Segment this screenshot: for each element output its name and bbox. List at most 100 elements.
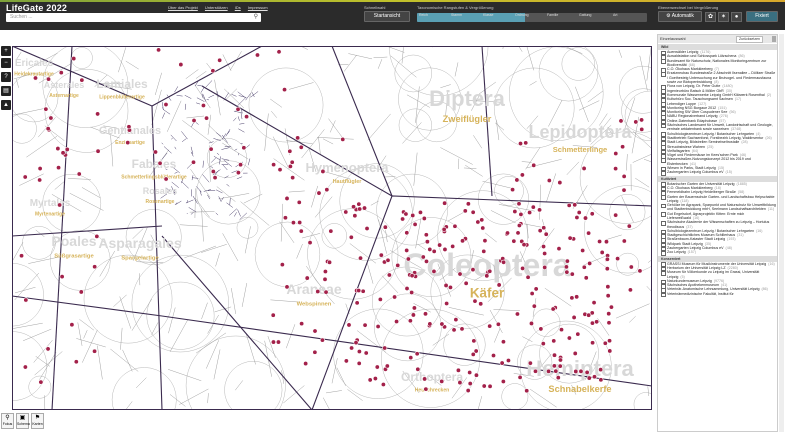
occurrence-point <box>557 180 563 186</box>
occurrence-point <box>527 360 533 366</box>
occurrence-point <box>457 271 463 277</box>
schema-button[interactable]: ▣ Schema <box>16 413 30 429</box>
occurrence-point <box>599 249 605 255</box>
nav-link-imprint[interactable]: Impressum <box>248 5 268 10</box>
dense-border <box>200 86 205 93</box>
occurrence-point <box>356 201 362 207</box>
app-logo[interactable]: LifeGate 2022 <box>6 3 67 13</box>
occurrence-point <box>304 275 310 281</box>
fixed-button[interactable]: Fixiert <box>746 11 778 22</box>
occurrence-point <box>460 238 466 244</box>
nav-link-ids[interactable]: IDs <box>235 5 241 10</box>
source-checkbox-item[interactable]: Sächsisches Landesamt für Umwelt, Landwi… <box>658 123 777 132</box>
source-checkbox-item[interactable]: Gut Engelsdorf, Agrarprojektiv Kitten: E… <box>658 212 777 221</box>
occurrence-point <box>470 209 476 215</box>
occurrence-point <box>238 162 244 168</box>
source-checkbox-item[interactable]: Bundesamt für Naturschutz, Nationales Mo… <box>658 59 777 68</box>
plant-layer-icon[interactable]: ✿ <box>705 12 716 22</box>
voronoi-map-svg[interactable]: EricalesHeidekrautartigeAsteralesAsterna… <box>12 46 652 410</box>
occurrence-point <box>394 319 400 325</box>
rank-family: Familie <box>547 13 559 17</box>
occurrence-point <box>627 287 633 293</box>
cell-border <box>231 288 236 314</box>
cell-border <box>201 302 208 320</box>
source-checkbox-item[interactable]: Veterinärmedizinische Fakultät, Institut… <box>658 292 777 298</box>
cell-border <box>635 177 650 188</box>
pin-icon[interactable]: ▲ <box>1 100 11 110</box>
insect-layer-icon[interactable]: ✶ <box>718 12 729 22</box>
taxon-sublabel: Spargelartige <box>121 256 159 262</box>
taxon-label: Fabales <box>132 157 177 171</box>
source-checkbox-item[interactable]: Sächsische Akademie der Wissenschaften z… <box>658 220 777 229</box>
occurrence-point <box>633 119 639 125</box>
source-checkbox-item[interactable]: Garten der Bauernschule Garten- und Land… <box>658 195 777 204</box>
occurrence-point <box>372 376 378 382</box>
source-checkbox-item[interactable]: Museum für Völkerkunde zu Leipzig im Gra… <box>658 270 777 279</box>
occurrence-point <box>319 337 325 343</box>
occurrence-point <box>349 345 355 351</box>
dense-border <box>192 177 199 179</box>
occurrence-point <box>414 351 420 357</box>
voronoi-map[interactable]: Ericales Heidekrautartige Asterales Asterna… <box>12 46 652 410</box>
source-checkbox-item[interactable]: Gehölze im Agrapark, Sparpunkt und Natur… <box>658 203 777 212</box>
auto-button[interactable]: ⚙ Automatik <box>658 11 702 22</box>
source-checkbox-item[interactable]: Zaubergarten Leipzig Columbus eV (15) <box>658 170 777 177</box>
occurrence-point <box>566 202 572 208</box>
occurrence-point <box>590 340 596 346</box>
occurrence-point <box>271 162 277 168</box>
map-button[interactable]: ⚑ Karten <box>31 413 44 429</box>
cell-border <box>348 53 373 60</box>
layers-icon[interactable]: ▤ <box>1 86 11 96</box>
occurrence-point <box>484 273 490 279</box>
occurrence-point <box>380 381 386 387</box>
cell-border <box>401 47 404 64</box>
nav-link-about[interactable]: Über das Projekt <box>168 5 198 10</box>
occurrence-point <box>505 357 511 363</box>
cell-border <box>194 197 210 218</box>
occurrence-point <box>574 214 580 220</box>
occurrence-point <box>442 200 448 206</box>
cell-border <box>288 82 314 90</box>
reset-button[interactable]: Zurücksetzen <box>735 36 763 43</box>
occurrence-point <box>316 190 322 196</box>
source-checkbox-item[interactable]: Zoo Leipzig (157) <box>658 250 777 257</box>
source-checkbox-item[interactable]: Erzatzneubau Bundesstraße 2 Abschnitt Il… <box>658 71 777 84</box>
occurrence-point <box>431 268 437 274</box>
taxonomy-zoom-bar[interactable]: Reich Stamm Klasse Ordnung Familie Gattu… <box>417 13 647 22</box>
panel-scroll-thumb[interactable] <box>772 36 776 42</box>
occurrence-point <box>613 166 619 172</box>
top-bar: LifeGate 2022 Über das Projekt Unterstüt… <box>0 0 785 30</box>
occurrence-point <box>471 338 477 344</box>
occurrence-point <box>591 300 597 306</box>
cell-border <box>97 345 103 380</box>
zoom-out-button[interactable]: − <box>1 58 11 68</box>
occurrence-point <box>412 221 418 227</box>
dense-border <box>234 148 238 151</box>
occurrence-point <box>277 167 283 173</box>
cell-border <box>12 107 46 116</box>
help-icon[interactable]: ? <box>1 72 11 82</box>
source-checkbox-item[interactable]: Wasserstraßen-Nutzungskonzept 2012 bis 2… <box>658 157 777 166</box>
cell-border <box>12 322 43 329</box>
focus-button[interactable]: ⚲ Fokus <box>1 413 14 429</box>
source-name: Bundesamt für Naturschutz, Nationales Mo… <box>667 58 767 67</box>
occurrence-point <box>606 311 612 317</box>
occurrence-point <box>594 319 600 325</box>
nav-link-support[interactable]: Unterstützen <box>205 5 228 10</box>
search-icon[interactable]: ⚲ <box>254 13 258 22</box>
cell-border <box>288 190 305 193</box>
search-input[interactable]: Suchen ... ⚲ <box>6 13 261 22</box>
occurrence-point <box>591 374 597 380</box>
animal-layer-icon[interactable]: ● <box>731 12 742 22</box>
occurrence-point <box>322 269 328 275</box>
start-view-button[interactable]: Startansicht <box>364 11 410 22</box>
occurrence-point <box>455 367 461 373</box>
taxon-sublabel: Zweiflügler <box>443 114 492 124</box>
zoom-in-button[interactable]: + <box>1 46 11 56</box>
cell-border <box>216 186 236 202</box>
occurrence-point <box>48 115 54 121</box>
panel-scrollbar[interactable] <box>779 34 784 432</box>
occurrence-point <box>453 317 459 323</box>
cell-arc <box>398 108 432 142</box>
occurrence-point <box>343 209 349 215</box>
